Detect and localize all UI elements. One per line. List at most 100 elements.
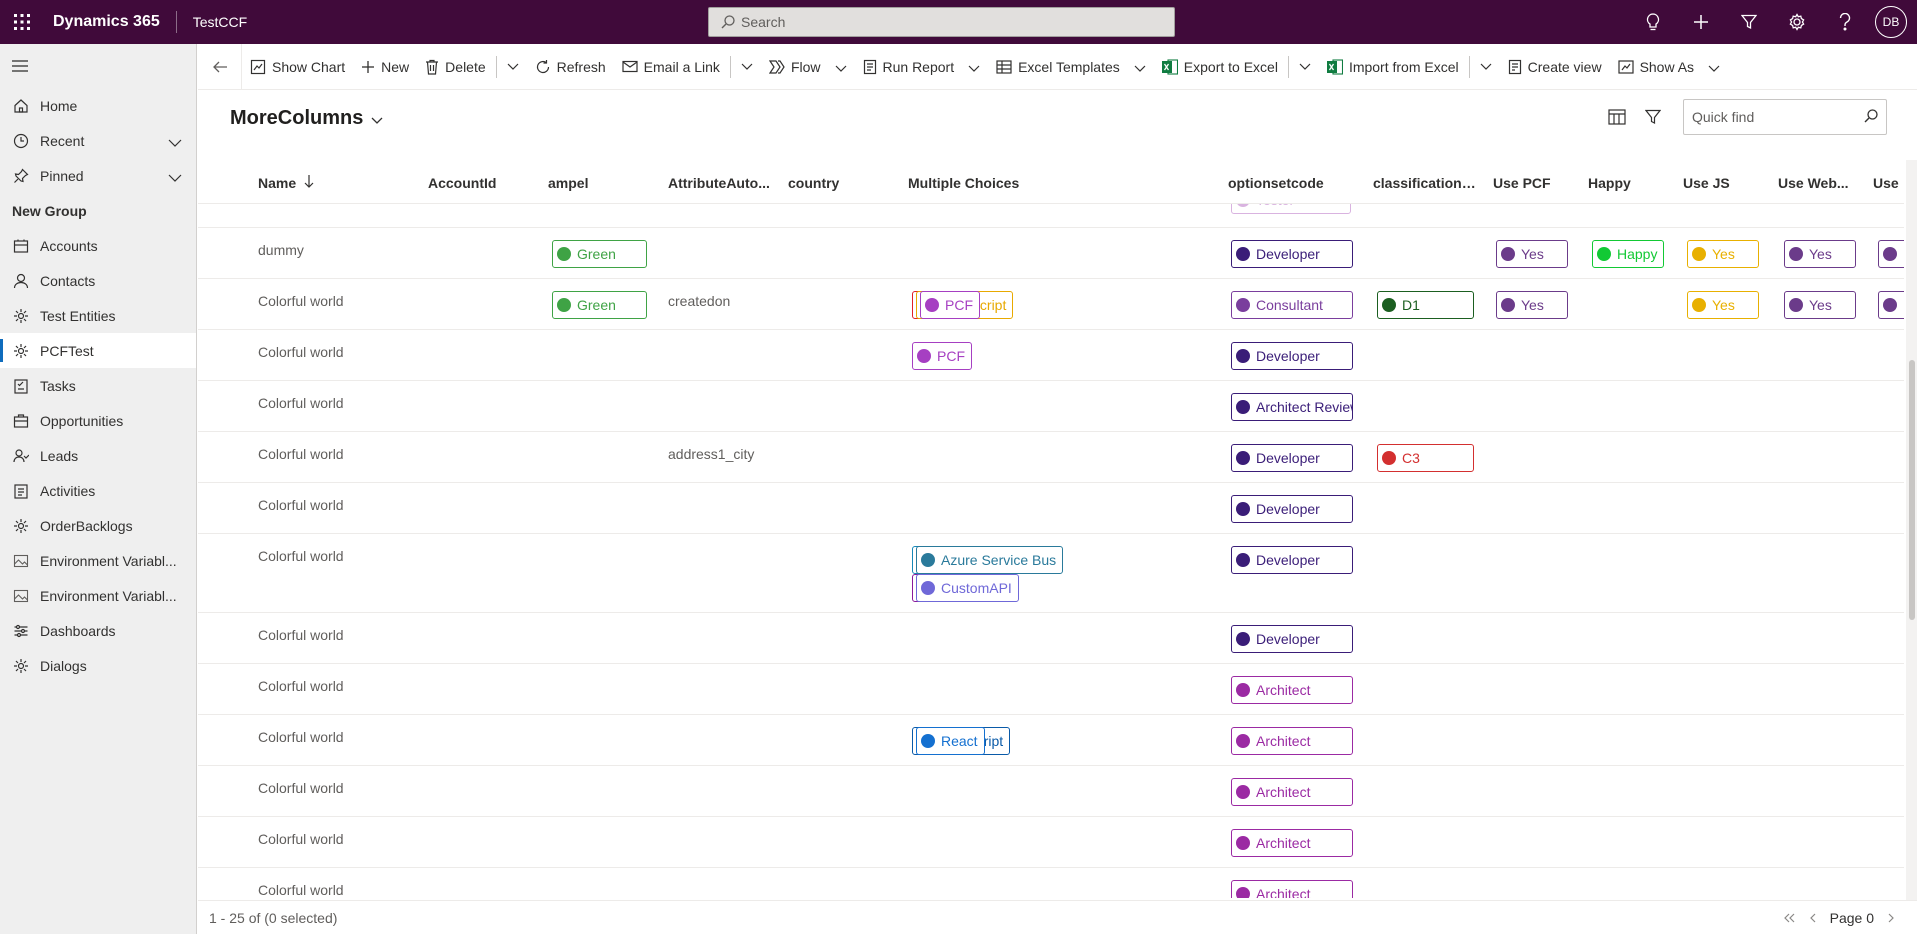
filter-icon[interactable]	[1635, 98, 1671, 136]
record-name[interactable]: Colorful world	[258, 293, 344, 309]
record-name[interactable]: Colorful world	[258, 729, 344, 745]
column-header-use[interactable]: Use	[1873, 162, 1903, 204]
flow-button[interactable]: Flow	[761, 44, 855, 90]
table-row[interactable]: Colorful world Developer	[198, 483, 1904, 534]
gear-icon[interactable]	[1773, 0, 1821, 44]
record-name[interactable]: Colorful world	[258, 882, 344, 898]
record-name[interactable]: Colorful world	[258, 497, 344, 513]
more-email-chevron-icon[interactable]	[733, 44, 761, 90]
search-icon[interactable]	[1864, 108, 1878, 126]
quick-find-placeholder: Quick find	[1692, 109, 1755, 125]
sidebar-item-home[interactable]: Home	[0, 88, 196, 123]
chip-label: Developer	[1256, 348, 1320, 364]
sidebar-item-activities[interactable]: Activities	[0, 473, 196, 508]
column-header-classification[interactable]: classificationc...	[1373, 162, 1478, 204]
record-name[interactable]: Colorful world	[258, 627, 344, 643]
refresh-button[interactable]: Refresh	[527, 44, 614, 90]
sidebar-item-tasks[interactable]: Tasks	[0, 368, 196, 403]
table-row[interactable]: Colorful worldTypeScriptReactArchitect	[198, 715, 1904, 766]
global-search-input[interactable]: Search	[708, 7, 1175, 37]
table-row[interactable]: Colorful world Architect	[198, 766, 1904, 817]
excel-templates-button[interactable]: Excel Templates	[988, 44, 1154, 90]
app-launcher-icon[interactable]	[0, 0, 44, 44]
sidebar-item-environment-variables-2[interactable]: Environment Variabl...	[0, 578, 196, 613]
record-name[interactable]: Colorful world	[258, 446, 344, 462]
previous-page-icon[interactable]	[1809, 910, 1816, 926]
sidebar-item-environment-variables-1[interactable]: Environment Variabl...	[0, 543, 196, 578]
table-row[interactable]: Colorful worldGreencreatedonNodeJSJavaSc…	[198, 279, 1904, 330]
record-name[interactable]: dummy	[258, 242, 304, 258]
column-header-attributeauto[interactable]: AttributeAuto...	[668, 162, 778, 204]
more-import-chevron-icon[interactable]	[1472, 44, 1500, 90]
record-name[interactable]: Colorful world	[258, 548, 344, 564]
sidebar-item-test-entities[interactable]: Test Entities	[0, 298, 196, 333]
table-row[interactable]: Colorful world Architect	[198, 868, 1904, 898]
grid-scrollbar[interactable]	[1906, 160, 1917, 900]
view-selector[interactable]: MoreColumns	[230, 107, 383, 130]
first-page-icon[interactable]	[1783, 910, 1795, 926]
table-row[interactable]: Colorful world Architect	[198, 817, 1904, 868]
quick-find-input[interactable]: Quick find	[1683, 99, 1887, 135]
more-delete-chevron-icon[interactable]	[499, 44, 527, 90]
column-header-use-web[interactable]: Use Web...	[1778, 162, 1853, 204]
user-avatar[interactable]: DB	[1875, 6, 1907, 38]
sidebar-item-recent[interactable]: Recent	[0, 123, 196, 158]
sidebar-item-pcftest[interactable]: PCFTest	[0, 333, 196, 368]
email-link-button[interactable]: Email a Link	[614, 44, 728, 90]
column-header-country[interactable]: country	[788, 162, 898, 204]
column-header-ampel[interactable]: ampel	[548, 162, 658, 204]
record-name[interactable]: Colorful world	[258, 831, 344, 847]
table-row[interactable]: Colorful world Architect	[198, 664, 1904, 715]
import-excel-button[interactable]: Import from Excel	[1319, 44, 1467, 90]
more-export-chevron-icon[interactable]	[1291, 44, 1319, 90]
table-row[interactable]: Colorful worldAzure FunctionsAzure Servi…	[198, 534, 1904, 613]
column-header-happy[interactable]: Happy	[1588, 162, 1678, 204]
table-row[interactable]: Colorful world address1_city Developer C3	[198, 432, 1904, 483]
show-as-button[interactable]: Show As	[1610, 44, 1728, 90]
sidebar-item-leads[interactable]: Leads	[0, 438, 196, 473]
column-header-optionsetcode[interactable]: optionsetcode	[1228, 162, 1348, 204]
sidebar-item-pinned[interactable]: Pinned	[0, 158, 196, 193]
chip-label: Consultant	[1256, 297, 1323, 313]
table-row[interactable]: Colorful world Developer	[198, 613, 1904, 664]
table-row-partial[interactable]: Tester	[198, 204, 1904, 228]
back-arrow-icon[interactable]	[198, 43, 242, 90]
record-name[interactable]: Colorful world	[258, 395, 344, 411]
column-header-use-pcf[interactable]: Use PCF	[1493, 162, 1583, 204]
edit-columns-icon[interactable]	[1599, 98, 1635, 136]
scrollbar-thumb[interactable]	[1909, 360, 1915, 620]
record-name[interactable]: Colorful world	[258, 678, 344, 694]
chevron-down-icon[interactable]	[168, 134, 182, 150]
column-header-accountid[interactable]: AccountId	[428, 162, 538, 204]
app-module-name[interactable]: TestCCF	[177, 14, 247, 30]
record-name[interactable]: Colorful world	[258, 780, 344, 796]
lightbulb-icon[interactable]	[1629, 0, 1677, 44]
table-row[interactable]: Colorful world PCF Developer	[198, 330, 1904, 381]
column-header-multiple-choices[interactable]: Multiple Choices	[908, 162, 1208, 204]
column-header-use-js[interactable]: Use JS	[1683, 162, 1773, 204]
sidebar-item-orderbacklogs[interactable]: OrderBacklogs	[0, 508, 196, 543]
sidebar-item-opportunities[interactable]: Opportunities	[0, 403, 196, 438]
sidebar-item-contacts[interactable]: Contacts	[0, 263, 196, 298]
export-excel-button[interactable]: Export to Excel	[1154, 44, 1286, 90]
run-report-button[interactable]: Run Report	[855, 44, 989, 90]
plus-icon[interactable]	[1677, 0, 1725, 44]
create-view-button[interactable]: Create view	[1500, 44, 1610, 90]
show-chart-button[interactable]: Show Chart	[242, 44, 353, 90]
table-row[interactable]: Colorful world Architect Review	[198, 381, 1904, 432]
filter-icon[interactable]	[1725, 0, 1773, 44]
help-icon[interactable]	[1821, 0, 1869, 44]
chevron-down-icon[interactable]	[168, 169, 182, 185]
sidebar-item-dashboards[interactable]: Dashboards	[0, 613, 196, 648]
app-name[interactable]: Dynamics 365	[44, 11, 177, 33]
new-button[interactable]: New	[353, 44, 417, 90]
delete-button[interactable]: Delete	[417, 44, 493, 90]
sidebar-item-dialogs[interactable]: Dialogs	[0, 648, 196, 683]
record-name[interactable]: Colorful world	[258, 344, 344, 360]
hamburger-menu-icon[interactable]	[0, 44, 196, 88]
table-row[interactable]: dummy Green Developer Yes Happy Yes Yes	[198, 228, 1904, 279]
column-header-name[interactable]: Name	[258, 162, 378, 204]
sidebar-item-accounts[interactable]: Accounts	[0, 228, 196, 263]
color-dot	[1236, 887, 1250, 898]
next-page-icon[interactable]	[1888, 910, 1895, 926]
